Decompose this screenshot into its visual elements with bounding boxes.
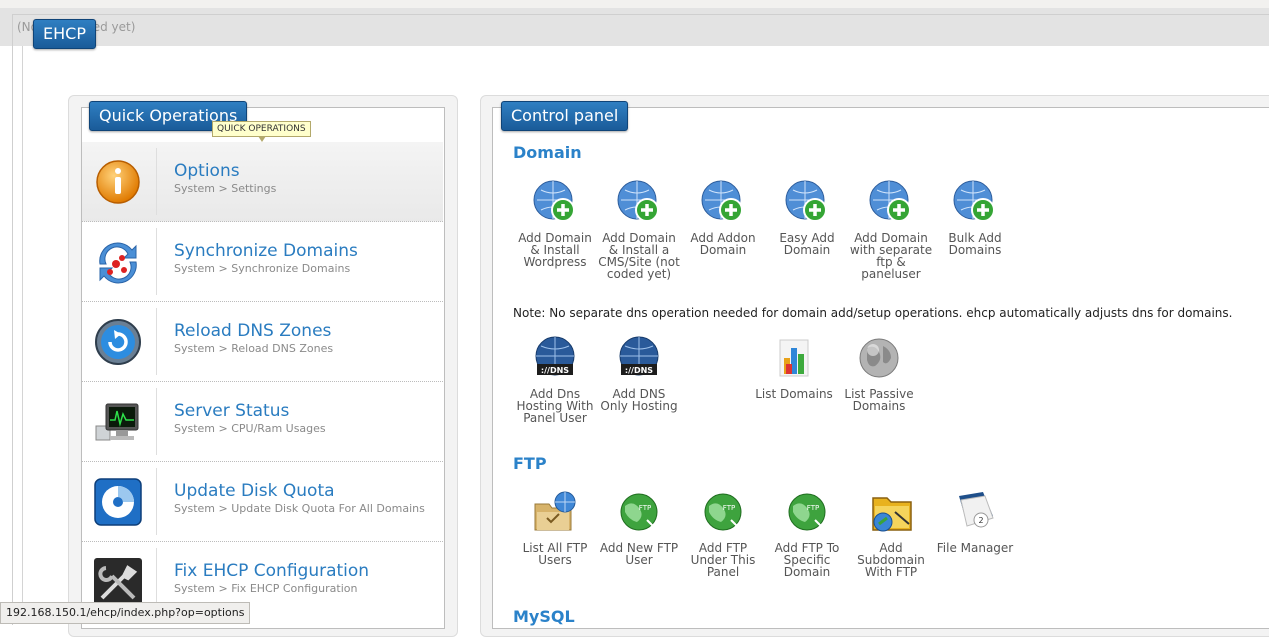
ftp-globe-icon: FTP (788, 493, 826, 531)
quick-op-title: Update Disk Quota (174, 481, 335, 501)
item-separator (156, 468, 157, 535)
tile-label: Add New FTP User (599, 541, 679, 567)
section-title-ftp: FTP (513, 454, 547, 473)
quick-op-subtitle: System > Update Disk Quota For All Domai… (174, 502, 425, 515)
globe-add-icon (785, 180, 827, 222)
section-title-mysql: MySQL (513, 607, 575, 626)
quick-op-subtitle: System > Fix EHCP Configuration (174, 582, 358, 595)
tile-add-ftp-under-this-panel[interactable]: FTP Add FTP Under This Panel (681, 490, 765, 578)
quick-op-subtitle: System > Synchronize Domains (174, 262, 351, 275)
tile-label: Easy Add Domain (779, 231, 835, 257)
tile-label: Bulk Add Domains (948, 231, 1002, 257)
dns-note: Note: No separate dns operation needed f… (513, 306, 1233, 320)
globe-add-icon (617, 180, 659, 222)
ftp-globe-icon: FTP (620, 493, 658, 531)
tile-add-ftp-to-specific-domain[interactable]: FTP Add FTP To Specific Domain (765, 490, 849, 578)
ftp-label: FTP (723, 504, 735, 512)
tools-icon (94, 558, 142, 606)
tile-label: File Manager (936, 541, 1014, 555)
tile-add-new-ftp-user[interactable]: FTP Add New FTP User (597, 490, 681, 566)
svg-text:2: 2 (978, 516, 983, 525)
tile-label: Add Dns Hosting With Panel User (516, 387, 594, 425)
tile-add-addon-domain[interactable]: Add Addon Domain (681, 180, 765, 256)
tile-add-dns-only-hosting[interactable]: ://DNS Add DNS Only Hosting (597, 336, 681, 412)
tile-label: Add Subdomain With FTP (857, 541, 925, 579)
globe-add-icon (533, 180, 575, 222)
browser-status-url: 192.168.150.1/ehcp/index.php?op=options (0, 602, 251, 624)
quick-op-subtitle: System > Reload DNS Zones (174, 342, 334, 355)
tile-add-domain-install-cms[interactable]: Add Domain & Install a CMS/Site (not cod… (597, 180, 681, 280)
folder-subdomain-icon (872, 497, 912, 532)
globe-add-icon (869, 180, 911, 222)
ftp-label: FTP (639, 504, 651, 512)
tile-list-passive-domains[interactable]: List Passive Domains (837, 336, 921, 412)
tile-label: Add Domain & Install Wordpress (518, 231, 592, 269)
quick-op-synchronize-domains[interactable]: Synchronize Domains System > Synchronize… (82, 222, 443, 302)
tile-label: Add DNS Only Hosting (600, 387, 678, 413)
folder-globe-icon (534, 491, 576, 531)
tile-add-subdomain-with-ftp[interactable]: Add Subdomain With FTP (849, 490, 933, 578)
quick-op-reload-dns-zones[interactable]: Reload DNS Zones System > Reload DNS Zon… (82, 302, 443, 382)
ftp-globe-icon: FTP (704, 493, 742, 531)
tile-easy-add-domain[interactable]: Easy Add Domain (765, 180, 849, 256)
tile-label: Add Domain & Install a CMS/Site (not cod… (598, 231, 680, 281)
item-separator (156, 308, 157, 375)
tooltip-arrow (258, 136, 266, 142)
tile-label: List All FTP Users (522, 541, 588, 567)
quick-op-update-disk-quota[interactable]: Update Disk Quota System > Update Disk Q… (82, 462, 443, 542)
tile-file-manager[interactable]: 2 File Manager (933, 490, 1017, 554)
sync-icon (99, 242, 137, 284)
tile-label: Add Domain with separate ftp & paneluser (849, 231, 933, 281)
dns-globe-icon: ://DNS (535, 336, 575, 376)
monitor-icon (95, 403, 139, 441)
tile-list-all-ftp-users[interactable]: List All FTP Users (513, 490, 597, 566)
quick-op-title: Options (174, 161, 240, 181)
tile-list-domains[interactable]: List Domains (752, 336, 836, 400)
tile-add-domain-install-wordpress[interactable]: Add Domain & Install Wordpress (513, 180, 597, 268)
ftp-label: FTP (807, 504, 819, 512)
quick-operations-tooltip: QUICK OPERATIONS (212, 121, 311, 137)
quick-op-title: Synchronize Domains (174, 241, 358, 261)
tile-bulk-add-domains[interactable]: Bulk Add Domains (933, 180, 1017, 256)
item-separator (156, 228, 157, 295)
reload-icon (95, 319, 141, 365)
dns-globe-icon: ://DNS (619, 336, 659, 376)
quick-op-title: Reload DNS Zones (174, 321, 332, 341)
file-manager-icon: 2 (959, 492, 994, 528)
globe-add-icon (701, 180, 743, 222)
globe-add-icon (953, 180, 995, 222)
dns-label: ://DNS (541, 366, 569, 375)
section-title-domain: Domain (513, 143, 582, 162)
tile-label: Add FTP Under This Panel (690, 541, 756, 579)
item-separator (156, 148, 157, 215)
ehcp-logo-badge[interactable]: EHCP (33, 19, 96, 49)
quick-op-subtitle: System > Settings (174, 182, 277, 195)
quick-op-subtitle: System > CPU/Ram Usages (174, 422, 326, 435)
quick-op-server-status[interactable]: Server Status System > CPU/Ram Usages (82, 382, 443, 462)
quick-op-title: Fix EHCP Configuration (174, 561, 370, 581)
tile-label: List Domains (755, 387, 833, 401)
tile-label: Add FTP To Specific Domain (774, 541, 840, 579)
disk-icon (94, 478, 142, 526)
tile-add-domain-separate-ftp[interactable]: Add Domain with separate ftp & paneluser (849, 180, 933, 280)
quick-op-title: Server Status (174, 401, 290, 421)
tile-add-dns-hosting-with-panel-user[interactable]: ://DNS Add Dns Hosting With Panel User (513, 336, 597, 424)
control-panel-title: Control panel (501, 101, 629, 131)
quick-op-options[interactable]: Options System > Settings (82, 142, 443, 222)
info-icon (96, 160, 140, 204)
dns-label: ://DNS (625, 366, 653, 375)
tile-label: List Passive Domains (844, 387, 914, 413)
tile-label: Add Addon Domain (690, 231, 756, 257)
grey-globe-icon (859, 338, 899, 378)
item-separator (156, 388, 157, 455)
bar-chart-icon (779, 339, 809, 377)
